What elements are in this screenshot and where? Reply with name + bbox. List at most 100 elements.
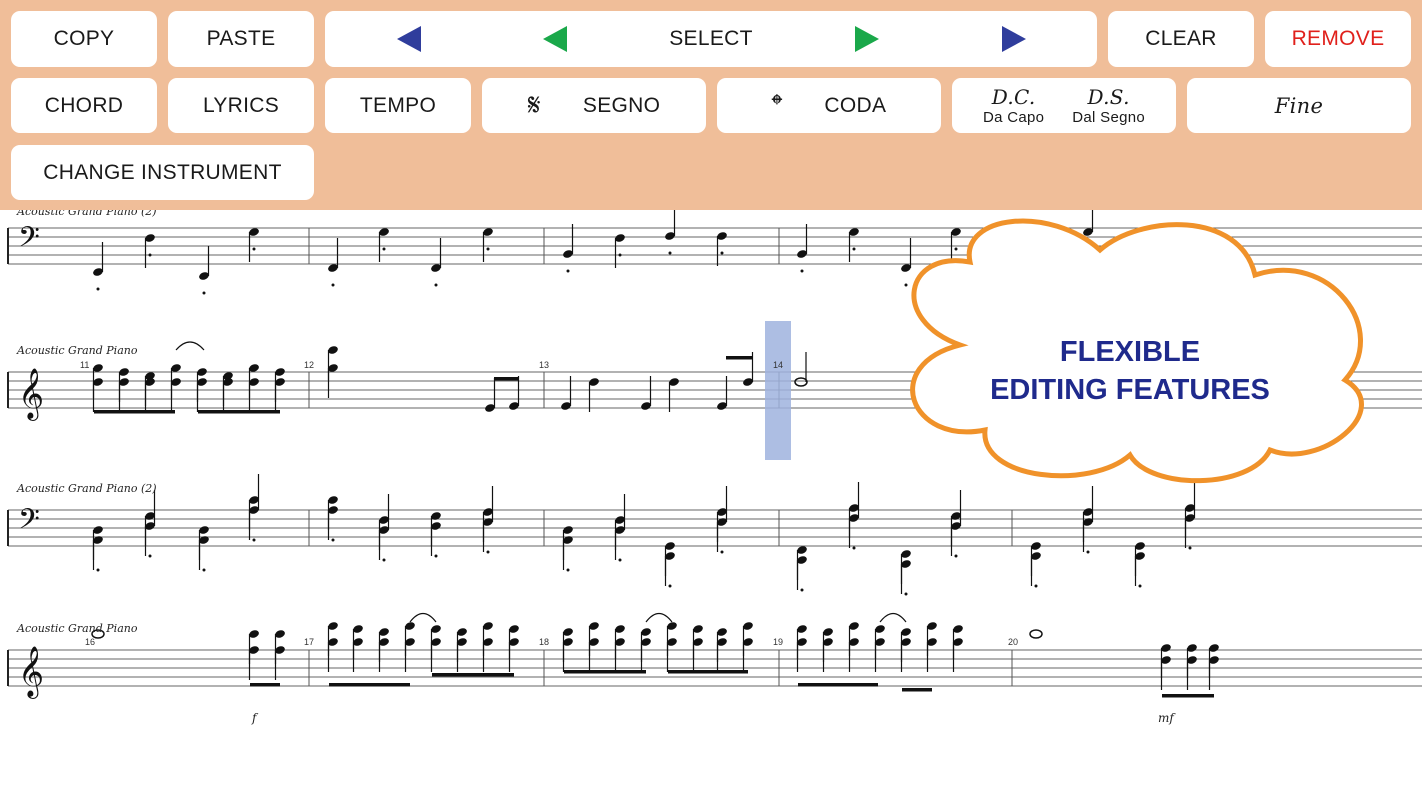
staccato-dot (954, 247, 958, 251)
staccato-dot (668, 251, 672, 255)
segno-button[interactable]: 𝄋 SEGNO (482, 78, 706, 133)
note-beam (198, 410, 280, 414)
ds-label: Dal Segno (1072, 108, 1146, 126)
paste-label: PASTE (206, 27, 276, 50)
measure-number: 12 (304, 360, 314, 370)
staccato-dot (566, 269, 570, 273)
measure-number: 13 (539, 360, 549, 370)
staccato-dot (331, 538, 335, 542)
staccato-dot (720, 251, 724, 255)
select-next-icon[interactable] (855, 26, 879, 52)
change-instrument-label: CHANGE INSTRUMENT (43, 160, 282, 184)
select-bar: SELECT (325, 11, 1097, 67)
staccato-dot (800, 269, 804, 273)
staff-system-4: 𝄞 (7, 612, 1422, 699)
coda-button[interactable]: 𝄌 CODA (717, 78, 941, 133)
staccato-dot (954, 554, 958, 558)
staccato-dot (904, 592, 908, 596)
note-beam (798, 683, 878, 687)
note-beam (250, 683, 280, 687)
staccato-dot (1138, 584, 1142, 588)
staccato-dot (800, 588, 804, 592)
bass-clef-icon: 𝄢 (18, 503, 40, 543)
segno-label: SEGNO (582, 93, 661, 117)
instrument-label-piano: Acoustic Grand Piano (16, 622, 138, 635)
measure-number: 19 (773, 637, 783, 647)
half-note-head (794, 377, 808, 387)
da-capo-option[interactable]: D.C. Da Capo (983, 85, 1044, 127)
copy-button[interactable]: COPY (11, 11, 157, 67)
staccato-dot (252, 247, 256, 251)
tie (175, 341, 205, 351)
note-beam (494, 377, 519, 381)
staccato-dot (96, 287, 100, 291)
editing-toolbar: COPY PASTE SELECT CLEAR REMOVE CHORD LYR… (0, 0, 1422, 210)
note-beam (668, 670, 748, 674)
coda-icon: 𝄌 (771, 87, 783, 123)
note-beam (94, 410, 175, 414)
select-to-end-icon[interactable] (1002, 26, 1026, 52)
select-to-start-icon[interactable] (397, 26, 421, 52)
note-beam (432, 673, 514, 677)
note-beam (329, 683, 410, 687)
measure-selection-highlight[interactable] (765, 321, 791, 460)
score-view[interactable]: 𝄢 𝄞 𝄢 𝄞 Acoustic Grand Piano (2) Acousti… (0, 210, 1422, 800)
instrument-label-piano: Acoustic Grand Piano (16, 344, 138, 357)
dc-ds-button[interactable]: D.C. Da Capo D.S. Dal Segno (952, 78, 1176, 133)
segno-icon: 𝄋 (527, 87, 541, 123)
select-label[interactable]: SELECT (669, 27, 753, 51)
instrument-label-piano2: Acoustic Grand Piano (2) (16, 482, 157, 495)
staccato-dot (618, 558, 622, 562)
measure-number: 16 (85, 637, 95, 647)
lyrics-button[interactable]: LYRICS (168, 78, 314, 133)
dc-label: Da Capo (982, 108, 1045, 126)
measure-number: 17 (304, 637, 314, 647)
staccato-dot (720, 550, 724, 554)
banner-line-1: FLEXIBLE (1059, 336, 1201, 368)
dc-abbr: D.C. (991, 84, 1036, 109)
staccato-dot (382, 558, 386, 562)
note-beam (1162, 694, 1214, 698)
half-note-head (1029, 629, 1043, 639)
note-beam (564, 670, 646, 674)
staccato-dot (486, 550, 490, 554)
fine-button[interactable]: Fine (1187, 78, 1411, 133)
staccato-dot (852, 546, 856, 550)
staff-system-3: 𝄢 (7, 474, 1422, 596)
bass-clef-icon: 𝄢 (18, 221, 40, 261)
paste-button[interactable]: PASTE (168, 11, 314, 67)
dal-segno-option[interactable]: D.S. Dal Segno (1072, 85, 1145, 127)
staccato-dot (1188, 546, 1192, 550)
staccato-dot (148, 253, 152, 257)
chord-button[interactable]: CHORD (11, 78, 157, 133)
measure-number: 20 (1008, 637, 1018, 647)
copy-label: COPY (53, 27, 115, 50)
treble-clef-icon: 𝄞 (18, 646, 44, 699)
change-instrument-button[interactable]: CHANGE INSTRUMENT (11, 145, 314, 200)
staccato-dot (202, 291, 206, 295)
dynamic-marking: f (251, 711, 259, 725)
measure-number-selected: 14 (773, 360, 783, 370)
staccato-dot (382, 247, 386, 251)
measure-number: 18 (539, 637, 549, 647)
staccato-dot (148, 554, 152, 558)
select-previous-icon[interactable] (543, 26, 567, 52)
note-beam (902, 688, 932, 692)
coda-label: CODA (824, 93, 887, 117)
remove-button[interactable]: REMOVE (1265, 11, 1411, 67)
staccato-dot (434, 283, 438, 287)
staccato-dot (618, 253, 622, 257)
staccato-dot (202, 568, 206, 572)
remove-label: REMOVE (1291, 27, 1385, 50)
staccato-dot (566, 568, 570, 572)
tempo-button[interactable]: TEMPO (325, 78, 471, 133)
tie (409, 612, 437, 623)
chord-label: CHORD (44, 93, 124, 117)
clear-button[interactable]: CLEAR (1108, 11, 1254, 67)
staccato-dot (852, 247, 856, 251)
tie (879, 612, 907, 623)
banner-text: FLEXIBLE EDITING FEATURES (945, 333, 1315, 409)
measure-number: 11 (80, 360, 89, 370)
staccato-dot (434, 554, 438, 558)
staccato-dot (331, 283, 335, 287)
